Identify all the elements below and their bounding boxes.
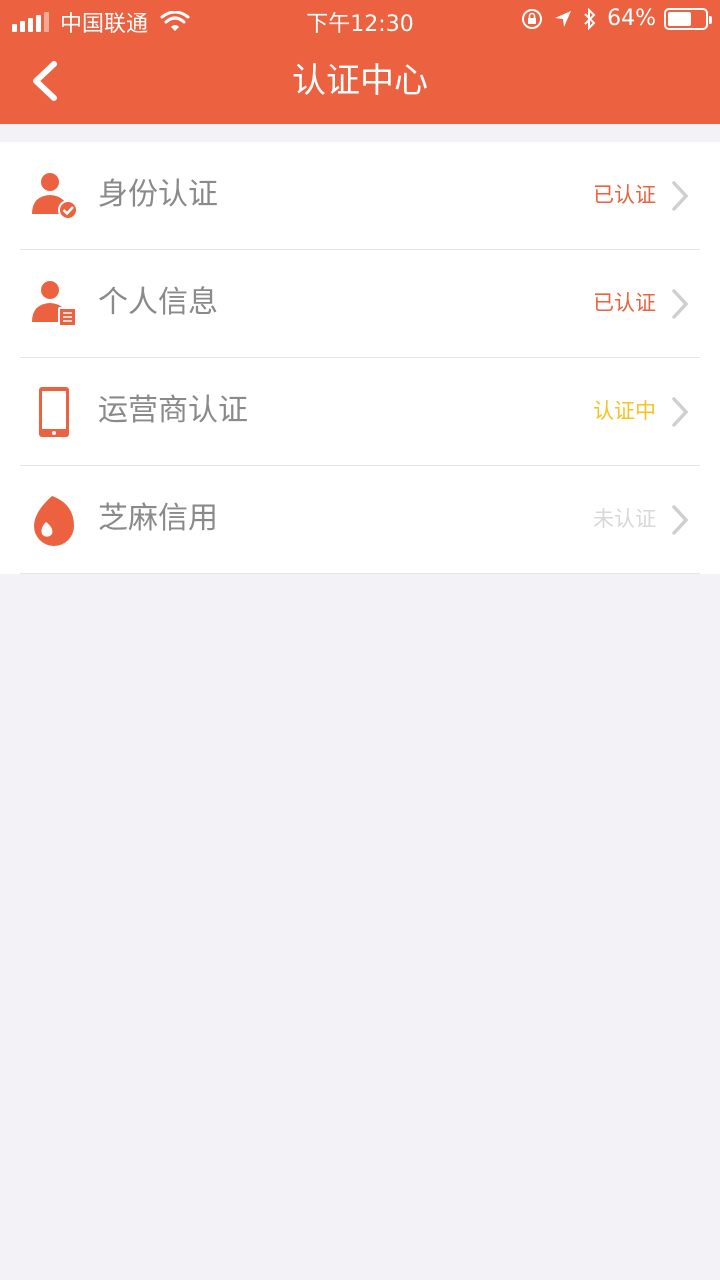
list-item-sesame-credit[interactable]: 芝麻信用 未认证 [0,466,720,574]
chevron-right-icon [672,181,689,211]
item-label: 芝麻信用 [98,501,218,536]
user-verified-icon [32,173,78,220]
item-label: 身份认证 [98,177,218,212]
bluetooth-icon [584,7,596,30]
sesame-credit-icon [34,496,74,546]
location-icon [555,10,572,27]
chevron-right-icon [672,397,689,427]
chevron-right-icon [672,289,689,319]
battery-percent: 64% [607,6,656,31]
list-item-identity[interactable]: 身份认证 已认证 [0,142,720,250]
item-label: 个人信息 [98,285,218,320]
item-label: 运营商认证 [98,393,248,428]
list-item-carrier[interactable]: 运营商认证 认证中 [0,358,720,466]
status-badge: 已认证 [593,183,656,207]
page-title: 认证中心 [292,61,428,101]
battery-icon [664,7,712,30]
list-item-personal-info[interactable]: 个人信息 已认证 [0,250,720,358]
orientation-lock-icon [522,8,543,29]
app-header: 中国联通 下午12:30 64% 认证中心 [0,0,720,124]
status-badge: 认证中 [593,399,656,423]
phone-icon [39,387,69,437]
chevron-right-icon [672,505,689,535]
user-document-icon [32,281,77,327]
status-badge: 未认证 [593,507,656,531]
status-bar: 中国联通 下午12:30 64% [0,0,720,40]
nav-bar: 认证中心 [0,40,720,124]
verification-list: 身份认证 已认证 个人信息 已认证 运营商认证 认证中 芝麻信用 未认证 [0,142,720,574]
status-badge: 已认证 [593,291,656,315]
